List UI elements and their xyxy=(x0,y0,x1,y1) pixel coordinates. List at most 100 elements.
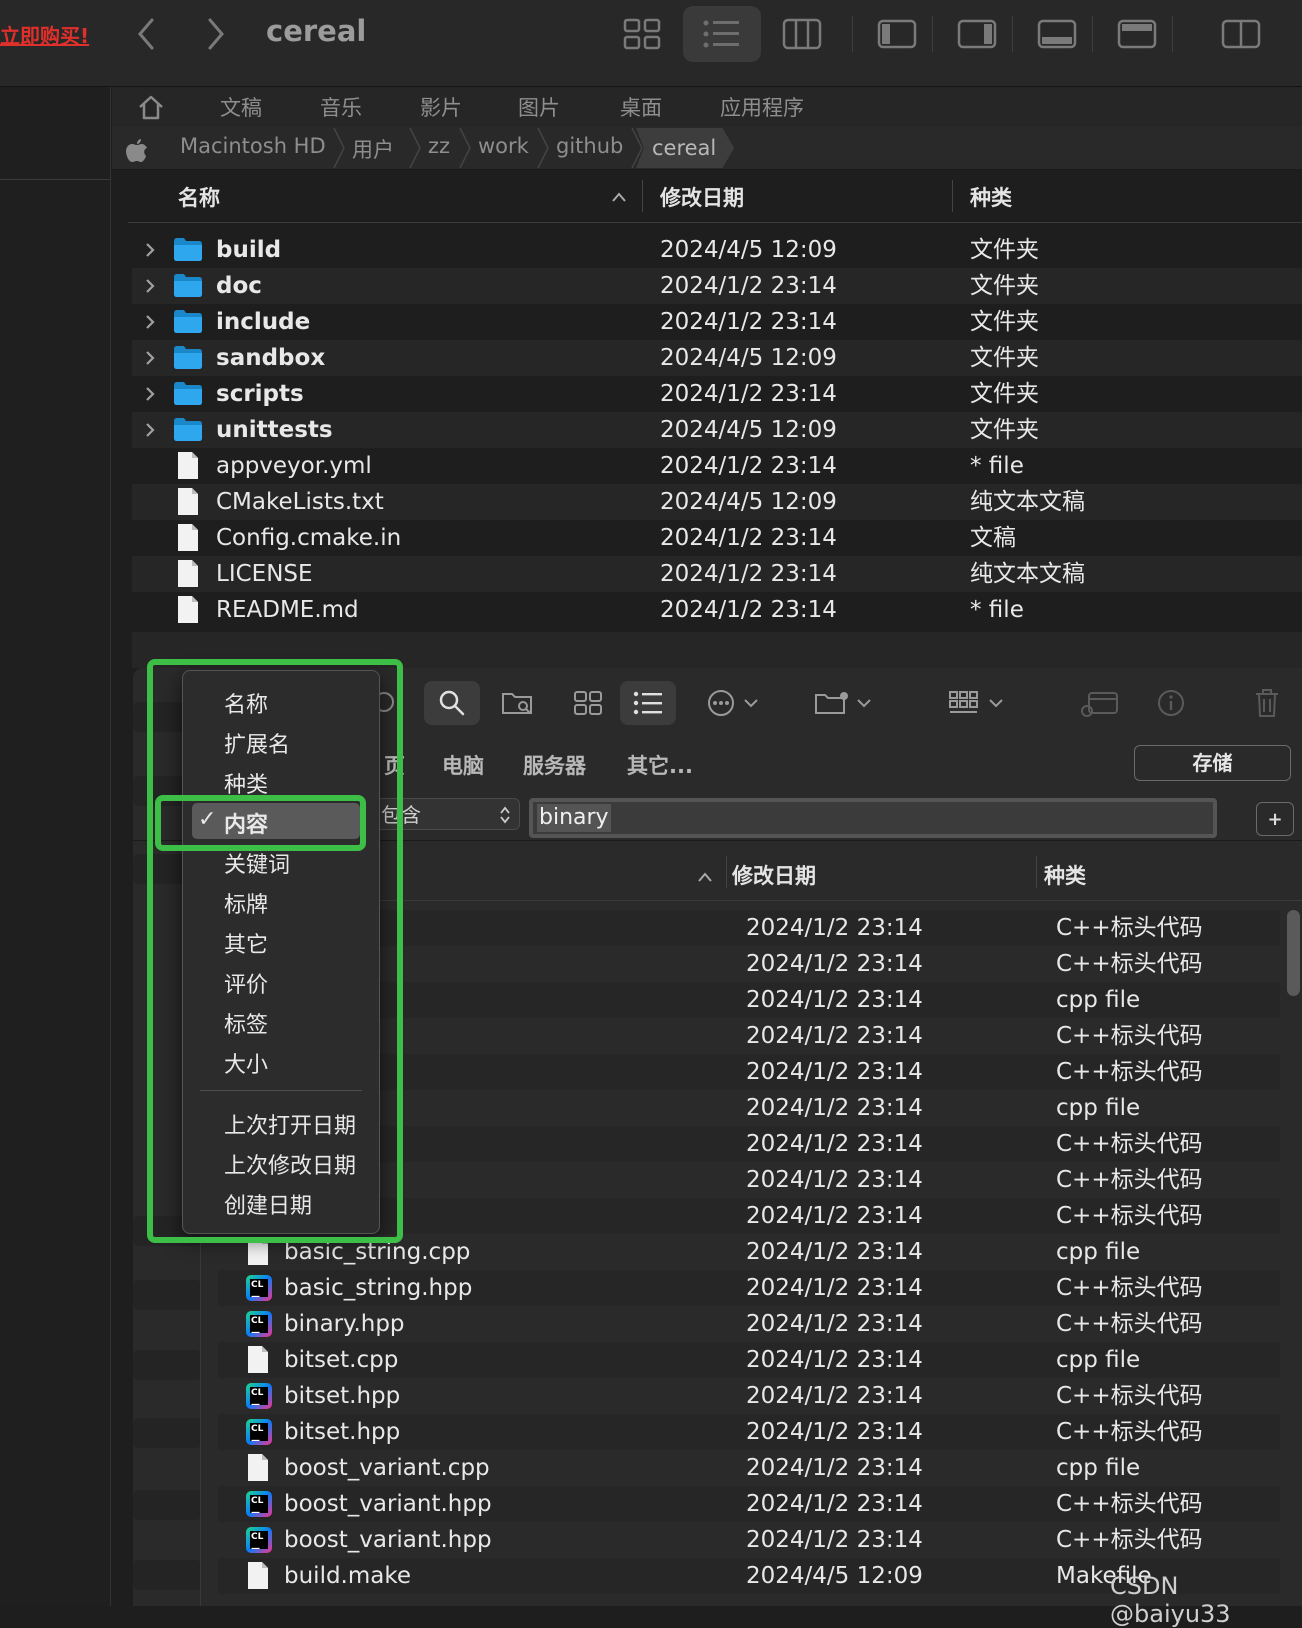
disclosure-chevron-icon[interactable] xyxy=(140,376,160,412)
result-row[interactable]: CL — boost_variant.hpp 2024/1/2 23:14 C++标头代… xyxy=(218,1522,1280,1558)
file-name: sandbox xyxy=(216,345,326,371)
sidebar-item[interactable] xyxy=(133,1560,201,1590)
scope-servers[interactable]: 服务器 xyxy=(523,750,586,780)
breadcrumb-item[interactable]: work xyxy=(478,134,529,158)
chevron-updown-icon xyxy=(500,806,510,824)
file-row[interactable]: build 2024/4/5 12:09 文件夹 xyxy=(132,232,1302,268)
scrollbar-thumb[interactable] xyxy=(1287,910,1300,996)
result-row[interactable]: boost_variant.cpp 2024/1/2 23:14 cpp file xyxy=(218,1450,1280,1486)
favorite-item[interactable]: 桌面 xyxy=(620,92,662,122)
column-divider xyxy=(726,856,727,888)
disclosure-chevron-icon[interactable] xyxy=(140,232,160,268)
breadcrumb-item[interactable]: cereal xyxy=(636,128,735,168)
column-header-name[interactable]: 名称 xyxy=(178,182,220,212)
result-kind: cpp file xyxy=(1056,1347,1141,1373)
save-button[interactable]: 存储 xyxy=(1134,745,1291,781)
favorite-item[interactable]: 音乐 xyxy=(320,92,362,122)
search-value-text: binary xyxy=(537,804,611,832)
file-icon xyxy=(248,1346,268,1373)
search-button[interactable] xyxy=(424,681,480,725)
scope-other[interactable]: 其它... xyxy=(627,750,693,780)
disclosure-chevron-icon[interactable] xyxy=(140,340,160,376)
sidebar-item[interactable] xyxy=(133,1418,201,1448)
result-kind: C++标头代码 xyxy=(1056,1419,1203,1445)
file-row[interactable]: README.md 2024/1/2 23:14 * file xyxy=(132,592,1302,628)
favorite-item[interactable]: 图片 xyxy=(518,92,560,122)
result-date: 2024/1/2 23:14 xyxy=(746,1131,923,1157)
list-view-button[interactable] xyxy=(620,681,676,725)
file-row[interactable]: sandbox 2024/4/5 12:09 文件夹 xyxy=(132,340,1302,376)
forward-button[interactable] xyxy=(198,14,234,54)
search-folder-button[interactable] xyxy=(492,681,544,725)
breadcrumb-item[interactable]: Macintosh HD xyxy=(180,134,326,158)
buy-now-link[interactable]: 立即购买! xyxy=(0,20,89,49)
icon-view-button[interactable] xyxy=(562,681,614,725)
file-row[interactable]: scripts 2024/1/2 23:14 文件夹 xyxy=(132,376,1302,412)
file-name: appveyor.yml xyxy=(216,453,372,479)
search-value-field[interactable]: binary xyxy=(529,798,1217,838)
file-row[interactable]: appveyor.yml 2024/1/2 23:14 * file xyxy=(132,448,1302,484)
result-row[interactable]: CL — binary.hpp 2024/1/2 23:14 C++标头代码 xyxy=(218,1306,1280,1342)
file-row[interactable]: Config.cmake.in 2024/1/2 23:14 文稿 xyxy=(132,520,1302,556)
result-date: 2024/1/2 23:14 xyxy=(746,1239,923,1265)
result-date: 2024/1/2 23:14 xyxy=(746,1275,923,1301)
disclosure-chevron-icon[interactable] xyxy=(140,412,160,448)
breadcrumb-item[interactable]: zz xyxy=(428,134,450,158)
result-row[interactable]: CL — basic_string.hpp 2024/1/2 23:14 C++标头代码 xyxy=(218,1270,1280,1306)
column-header-kind[interactable]: 种类 xyxy=(970,182,1012,212)
sidebar-item[interactable] xyxy=(133,1280,201,1310)
result-row[interactable]: CL — bitset.hpp 2024/1/2 23:14 C++标头代码 xyxy=(218,1378,1280,1414)
result-date: 2024/4/5 12:09 xyxy=(746,1563,923,1589)
toggle-top-panel-button[interactable] xyxy=(1098,6,1176,62)
disclosure-chevron-icon[interactable] xyxy=(140,304,160,340)
favorite-item[interactable]: 应用程序 xyxy=(720,92,804,122)
result-kind: C++标头代码 xyxy=(1056,1023,1203,1049)
results-header-kind[interactable]: 种类 xyxy=(1044,860,1086,890)
file-icon xyxy=(248,1454,268,1481)
scope-computer[interactable]: 电脑 xyxy=(442,750,484,780)
result-row[interactable]: CL — boost_variant.hpp 2024/1/2 23:14 C++标头代… xyxy=(218,1486,1280,1522)
disclosure-chevron-icon[interactable] xyxy=(140,268,160,304)
trash-button[interactable] xyxy=(1242,681,1292,725)
view-columns-button[interactable] xyxy=(763,6,841,62)
column-header-date[interactable]: 修改日期 xyxy=(660,182,744,212)
favorite-item[interactable]: 文稿 xyxy=(220,92,262,122)
file-row[interactable]: include 2024/1/2 23:14 文件夹 xyxy=(132,304,1302,340)
folder-icon xyxy=(174,238,202,261)
result-date: 2024/1/2 23:14 xyxy=(746,1311,923,1337)
watermark: CSDN @baiyu33 xyxy=(1110,1572,1231,1628)
file-row[interactable]: doc 2024/1/2 23:14 文件夹 xyxy=(132,268,1302,304)
file-row[interactable]: CMakeLists.txt 2024/4/5 12:09 纯文本文稿 xyxy=(132,484,1302,520)
sidebar-item[interactable] xyxy=(133,1350,201,1380)
more-actions-button[interactable] xyxy=(700,681,770,725)
result-name: bitset.hpp xyxy=(284,1419,401,1445)
sidebar-item[interactable] xyxy=(133,1490,201,1520)
group-button[interactable] xyxy=(944,681,1014,725)
info-button[interactable] xyxy=(1146,681,1196,725)
file-kind: 文件夹 xyxy=(970,237,1039,263)
toggle-sidebar-button[interactable] xyxy=(858,6,936,62)
results-header-date[interactable]: 修改日期 xyxy=(732,860,816,890)
add-criterion-button[interactable]: + xyxy=(1256,802,1294,836)
toggle-inspector-button[interactable] xyxy=(938,6,1016,62)
file-row[interactable]: LICENSE 2024/1/2 23:14 纯文本文稿 xyxy=(132,556,1302,592)
connect-server-button[interactable] xyxy=(1072,681,1128,725)
toggle-bottom-panel-button[interactable] xyxy=(1018,6,1096,62)
result-row[interactable]: bitset.cpp 2024/1/2 23:14 cpp file xyxy=(218,1342,1280,1378)
server-icon xyxy=(1081,692,1118,717)
file-row[interactable]: unittests 2024/4/5 12:09 文件夹 xyxy=(132,412,1302,448)
file-date: 2024/1/2 23:14 xyxy=(660,273,837,299)
new-folder-button[interactable] xyxy=(810,681,880,725)
favorite-item[interactable]: 影片 xyxy=(420,92,462,122)
view-list-button[interactable] xyxy=(683,6,761,62)
back-button[interactable] xyxy=(128,14,164,54)
home-button[interactable] xyxy=(134,91,168,123)
view-icons-button[interactable] xyxy=(603,6,681,62)
breadcrumb-item[interactable]: 用户 xyxy=(352,134,394,164)
file-kind: 文件夹 xyxy=(970,345,1039,371)
clion-file-icon: CL— xyxy=(246,1491,272,1518)
split-view-button[interactable] xyxy=(1202,6,1280,62)
breadcrumb-item[interactable]: github xyxy=(556,134,623,158)
result-name: bitset.hpp xyxy=(284,1383,401,1409)
result-row[interactable]: CL — bitset.hpp 2024/1/2 23:14 C++标头代码 xyxy=(218,1414,1280,1450)
